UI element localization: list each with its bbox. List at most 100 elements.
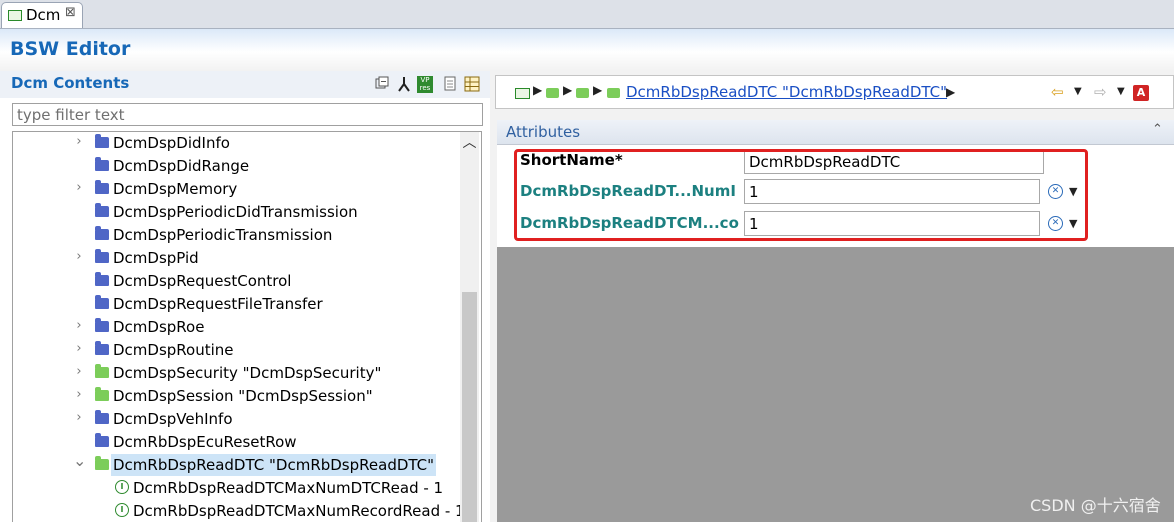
- validate-icon[interactable]: A: [1133, 85, 1149, 101]
- blue-folder-icon: [95, 180, 109, 194]
- tree-item[interactable]: › DcmDspPid: [13, 247, 463, 270]
- blue-folder-icon: [95, 295, 109, 309]
- tree-item-label: DcmDspMemory: [113, 180, 238, 198]
- watermark: CSDN @十六宿舍: [1030, 496, 1161, 515]
- contents-title: Dcm Contents: [11, 74, 130, 92]
- tree-item[interactable]: DcmDspRequestControl: [13, 270, 463, 293]
- filter-input[interactable]: [12, 103, 483, 126]
- scrollbar-thumb[interactable]: [462, 292, 477, 522]
- attributes-body: ShortName* DcmRbDspReadDT...NumI ✕ ▼ Dcm…: [497, 145, 1174, 247]
- tree-item[interactable]: › DcmDspMemory: [13, 178, 463, 201]
- green-folder-icon: [95, 387, 109, 401]
- tab-dcm[interactable]: Dcm ⊠: [1, 2, 83, 28]
- contents-header: Dcm Contents VP res: [0, 71, 490, 98]
- breadcrumb: ▶ ▶ ▶ DcmRbDspReadDTC "DcmRbDspReadDTC" …: [495, 75, 1174, 109]
- breadcrumb-current-link[interactable]: DcmRbDspReadDTC "DcmRbDspReadDTC": [626, 83, 947, 101]
- tree-item[interactable]: › DcmDspDidInfo: [13, 132, 463, 155]
- table-view-icon[interactable]: [463, 76, 480, 93]
- editor-tab-bar: Dcm ⊠: [0, 0, 1174, 29]
- contents-pane: Dcm Contents VPres › DcmDspDidInfo DcmDspD…: [0, 71, 490, 522]
- chevron-right-icon[interactable]: ›: [73, 134, 85, 149]
- blue-folder-icon: [95, 226, 109, 240]
- editor-pane: ▶ ▶ ▶ DcmRbDspReadDTC "DcmRbDspReadDTC" …: [494, 71, 1174, 522]
- tree-item[interactable]: › DcmDspSession "DcmDspSession": [13, 385, 463, 408]
- tree-item-label: DcmDspDidRange: [113, 157, 250, 175]
- tree-item-label: DcmRbDspReadDTC "DcmRbDspReadDTC": [111, 454, 437, 476]
- chevron-right-icon[interactable]: ›: [73, 341, 85, 356]
- blue-folder-icon: [95, 272, 109, 286]
- tree-item[interactable]: I DcmRbDspReadDTCMaxNumRecordRead - 1: [13, 500, 465, 522]
- chevron-down-icon[interactable]: ▼: [1117, 86, 1125, 97]
- green-folder-icon[interactable]: [546, 88, 559, 98]
- attributes-panel: Attributes ⌃ ShortName* DcmRbDspReadDT..…: [497, 120, 1174, 522]
- tree-item-label: DcmDspPid: [113, 249, 199, 267]
- collapse-all-icon[interactable]: [373, 76, 390, 93]
- green-folder-icon: [95, 456, 109, 470]
- chevron-right-icon[interactable]: ▶: [593, 83, 602, 97]
- blue-folder-icon: [95, 318, 109, 332]
- chevron-right-icon[interactable]: ›: [73, 364, 85, 379]
- module-icon[interactable]: [515, 88, 530, 99]
- tree-scrollbar[interactable]: ︿: [460, 132, 479, 522]
- tree-item[interactable]: DcmDspDidRange: [13, 155, 463, 178]
- chevron-right-icon[interactable]: ›: [73, 410, 85, 425]
- blue-folder-icon: [95, 410, 109, 424]
- highlight-box: [514, 149, 1088, 241]
- chevron-right-icon[interactable]: ›: [73, 318, 85, 333]
- chevron-down-icon[interactable]: ▼: [1074, 86, 1082, 97]
- tree-item-label: DcmRbDspEcuResetRow: [113, 433, 297, 451]
- tree-item-label: DcmRbDspReadDTCMaxNumDTCRead - 1: [133, 479, 444, 497]
- tree-item[interactable]: DcmDspRequestFileTransfer: [13, 293, 463, 316]
- chevron-right-icon[interactable]: ›: [73, 249, 85, 264]
- integer-param-icon: I: [115, 503, 129, 517]
- tree-item[interactable]: DcmDspPeriodicTransmission: [13, 224, 463, 247]
- blue-folder-icon: [95, 134, 109, 148]
- chevron-right-icon[interactable]: ▶: [563, 83, 572, 97]
- tree-item-label: DcmDspPeriodicDidTransmission: [113, 203, 358, 221]
- tree-item-label: DcmDspRequestControl: [113, 272, 292, 290]
- tab-label: Dcm: [26, 6, 61, 24]
- contents-tree: › DcmDspDidInfo DcmDspDidRange › DcmDspMemor…: [12, 131, 482, 522]
- close-icon[interactable]: ⊠: [65, 5, 76, 20]
- tree-item[interactable]: ⌄ DcmRbDspReadDTC "DcmRbDspReadDTC": [13, 451, 463, 477]
- chevron-right-icon[interactable]: ▶: [533, 83, 542, 97]
- tree-item-label: DcmDspPeriodicTransmission: [113, 226, 333, 244]
- tree-item-label: DcmDspDidInfo: [113, 134, 230, 152]
- editor-title: BSW Editor: [10, 38, 131, 60]
- tree-item[interactable]: I DcmRbDspReadDTCMaxNumDTCRead - 1: [13, 477, 463, 500]
- scroll-up-icon[interactable]: ︿: [460, 132, 479, 151]
- document-icon[interactable]: [441, 76, 458, 93]
- blue-folder-icon: [95, 157, 109, 171]
- tree-item-label: DcmDspSecurity "DcmDspSecurity": [113, 364, 382, 382]
- attributes-header: Attributes ⌃: [497, 120, 1174, 145]
- tree-item[interactable]: › DcmDspRoe: [13, 316, 463, 339]
- chevron-right-icon[interactable]: ›: [73, 180, 85, 195]
- blue-folder-icon: [95, 203, 109, 217]
- collapse-up-icon[interactable]: ⌃: [1152, 122, 1163, 137]
- window-icon: [8, 10, 22, 21]
- blue-folder-icon: [95, 341, 109, 355]
- forward-arrow-icon[interactable]: ⇨: [1094, 83, 1107, 101]
- tree-item-label: DcmRbDspReadDTCMaxNumRecordRead - 1: [133, 502, 465, 520]
- green-folder-icon: [607, 88, 620, 98]
- tree-item[interactable]: › DcmDspVehInfo: [13, 408, 463, 431]
- tree-item-label: DcmDspRequestFileTransfer: [113, 295, 323, 313]
- chevron-right-icon[interactable]: ›: [73, 387, 85, 402]
- blue-folder-icon: [95, 433, 109, 447]
- chevron-right-icon[interactable]: ▶: [946, 85, 955, 99]
- attributes-title: Attributes: [506, 123, 581, 141]
- tree-item[interactable]: DcmDspPeriodicDidTransmission: [13, 201, 463, 224]
- back-arrow-icon[interactable]: ⇦: [1051, 83, 1064, 101]
- editor-title-bar: BSW Editor: [0, 29, 1174, 71]
- tree-item[interactable]: › DcmDspSecurity "DcmDspSecurity": [13, 362, 463, 385]
- tree-item-label: DcmDspSession "DcmDspSession": [113, 387, 373, 405]
- tree-item-label: DcmDspRoutine: [113, 341, 234, 359]
- vp-res-icon[interactable]: VP res: [417, 76, 433, 93]
- tree-item-label: DcmDspRoe: [113, 318, 205, 336]
- green-folder-icon[interactable]: [576, 88, 589, 98]
- tree-item[interactable]: › DcmDspRoutine: [13, 339, 463, 362]
- green-folder-icon: [95, 364, 109, 378]
- chevron-down-icon[interactable]: ⌄: [73, 451, 86, 470]
- tree-item-label: DcmDspVehInfo: [113, 410, 233, 428]
- hierarchy-icon[interactable]: [395, 76, 412, 93]
